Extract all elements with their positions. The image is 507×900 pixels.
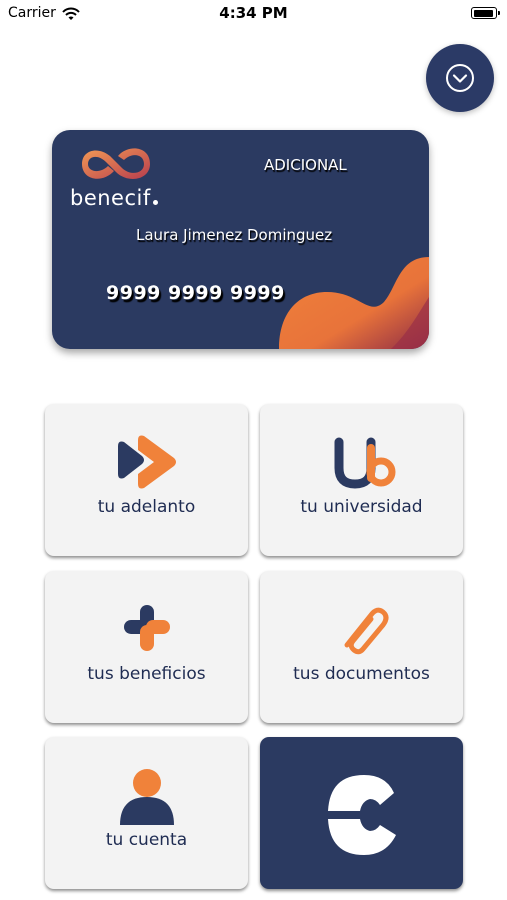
card-brand-name: benecif	[70, 186, 158, 210]
tile-label: tus beneficios	[87, 664, 206, 684]
ub-logo-icon	[334, 437, 395, 489]
tile-tu-cuenta[interactable]: tu cuenta	[45, 737, 248, 889]
card-type-label: ADICIONAL	[264, 156, 347, 174]
tile-label: tu cuenta	[105, 830, 188, 850]
chevron-down-circle-icon	[446, 64, 474, 92]
battery-icon	[471, 7, 500, 19]
tile-tus-beneficios[interactable]: tus beneficios	[45, 571, 248, 723]
tile-c-logo[interactable]	[260, 737, 463, 889]
tile-tu-universidad[interactable]: tu universidad	[260, 404, 463, 556]
user-icon	[119, 769, 174, 825]
benecif-logo-icon	[82, 148, 150, 179]
plus-icon	[123, 605, 170, 651]
c-logo-icon	[328, 775, 396, 855]
card-holder-name: Laura Jimenez Dominguez	[136, 226, 333, 244]
card-number: 9999 9999 9999	[106, 282, 285, 304]
tile-label: tus documentos	[293, 664, 430, 684]
tile-label: tu universidad	[300, 497, 423, 517]
tile-tus-documentos[interactable]: tus documentos	[260, 571, 463, 723]
double-arrow-icon	[117, 435, 176, 489]
paperclip-icon	[344, 607, 388, 655]
card-wave-decoration	[279, 257, 429, 349]
tile-tu-adelanto[interactable]: tu adelanto	[45, 404, 248, 556]
tile-label: tu adelanto	[97, 497, 196, 517]
status-time: 4:34 PM	[219, 4, 288, 22]
dropdown-button[interactable]	[426, 44, 494, 112]
status-bar: Carrier 4:34 PM	[0, 0, 507, 28]
membership-card[interactable]: benecif ADICIONAL Laura Jimenez Domingue…	[52, 130, 429, 349]
